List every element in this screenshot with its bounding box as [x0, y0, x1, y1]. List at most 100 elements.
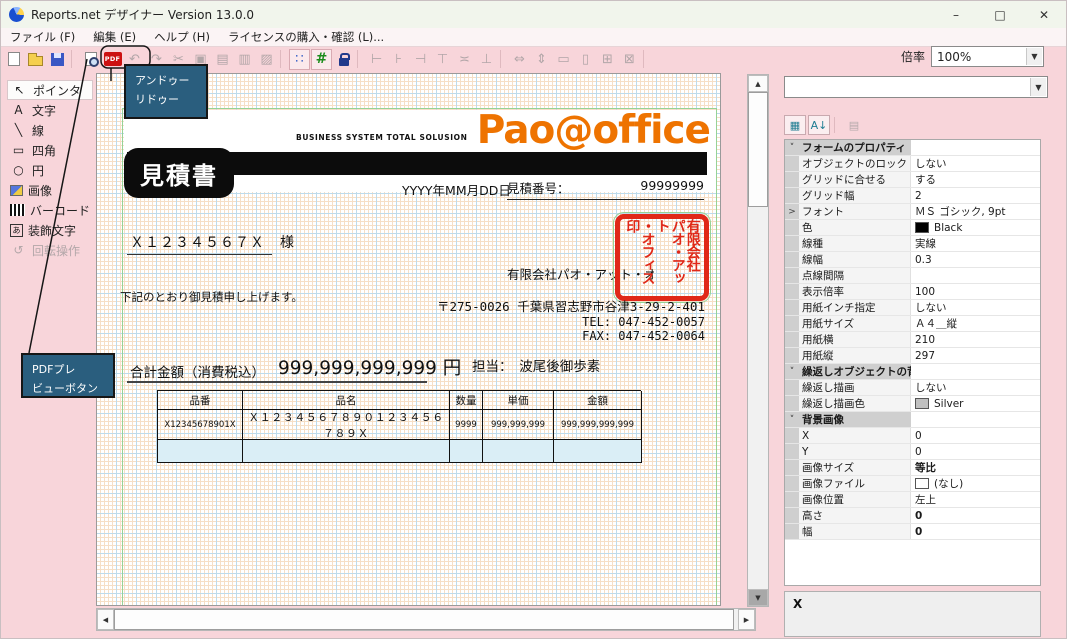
paste-button[interactable]: ▤ — [212, 49, 233, 70]
send-to-back-button[interactable]: ▨ — [256, 49, 277, 70]
prop-row-y[interactable]: Y 0 — [785, 444, 1040, 460]
align-bottom-button[interactable]: ⊥ — [476, 49, 497, 70]
customer-name[interactable]: Ｘ１２３４５６７Ｘ 様 — [130, 232, 295, 252]
prop-row-width[interactable]: 幅 0 — [785, 524, 1040, 540]
property-value: 210 — [915, 334, 935, 346]
prop-row-image-size[interactable]: 画像サイズ 等比 — [785, 460, 1040, 476]
separator[interactable] — [643, 50, 649, 68]
prop-row-color[interactable]: 色 Black — [785, 220, 1040, 236]
prop-category-repeat-bg[interactable]: ˅ 繰返しオブジェクトの背景描画 — [785, 364, 1040, 380]
property-pages-icon[interactable]: ▤ — [843, 115, 865, 135]
prop-row-grid-width[interactable]: グリッド幅 2 — [785, 188, 1040, 204]
align-center-button[interactable]: ⊦ — [388, 49, 409, 70]
separator[interactable] — [280, 50, 286, 68]
property-description-panel: X — [784, 591, 1041, 637]
tool-rectangle[interactable]: ▭ 四角 — [7, 140, 93, 160]
categorized-icon[interactable]: ▦ — [784, 115, 806, 135]
expand-chevron-icon — [785, 284, 799, 299]
prop-row-line-type[interactable]: 線種 実線 — [785, 236, 1040, 252]
menu-edit[interactable]: 編集 (E) — [84, 27, 145, 47]
preview-button[interactable] — [80, 49, 101, 70]
prop-row-paper-inch[interactable]: 用紙インチ指定 しない — [785, 300, 1040, 316]
design-canvas[interactable]: BUSINESS SYSTEM TOTAL SOLUSION Pao@offic… — [96, 73, 721, 606]
header-image-object[interactable]: BUSINESS SYSTEM TOTAL SOLUSION Pao@offic… — [124, 110, 716, 192]
align-middle-button[interactable]: ≍ — [454, 49, 475, 70]
chevron-down-icon[interactable]: ▼ — [1030, 78, 1046, 96]
expand-chevron-icon — [785, 220, 799, 235]
tool-image[interactable]: 画像 — [7, 180, 93, 200]
same-height-button[interactable]: ⇕ — [531, 49, 552, 70]
new-button[interactable] — [3, 49, 24, 70]
snap-to-grid-button[interactable]: ∷ — [289, 49, 310, 70]
object-selector-combobox[interactable]: ▼ — [784, 76, 1048, 98]
prop-row-font[interactable]: > フォント ＭＳ ゴシック, 9pt — [785, 204, 1040, 220]
prop-row-x[interactable]: X 0 — [785, 428, 1040, 444]
alphabetical-sort-icon[interactable]: A↓ — [808, 115, 830, 135]
horizontal-scroll-thumb[interactable] — [114, 609, 734, 630]
greeting-text[interactable]: 下記のとおり御見積申し上げます。 — [120, 289, 303, 305]
prop-row-image-position[interactable]: 画像位置 左上 — [785, 492, 1040, 508]
scroll-left-arrow[interactable]: ◀ — [97, 609, 114, 630]
prop-row-display-scale[interactable]: 表示倍率 100 — [785, 284, 1040, 300]
horizontal-scrollbar[interactable]: ◀ ▶ — [96, 608, 756, 631]
prop-row-repeat-draw-color[interactable]: 繰返し描画色 Silver — [785, 396, 1040, 412]
same-width-button[interactable]: ⇔ — [509, 49, 530, 70]
same-size-button[interactable]: ▭ — [553, 49, 574, 70]
tool-barcode[interactable]: バーコード — [7, 200, 93, 220]
prop-row-paper-width[interactable]: 用紙横 210 — [785, 332, 1040, 348]
prop-row-line-width[interactable]: 線幅 0.3 — [785, 252, 1040, 268]
chevron-down-icon[interactable]: ▼ — [1026, 48, 1042, 65]
size-to-grid-button[interactable]: ▯ — [575, 49, 596, 70]
menu-help[interactable]: ヘルプ (H) — [145, 27, 219, 47]
open-button[interactable] — [25, 49, 46, 70]
items-table[interactable]: 品番 品名 数量 単価 金額 X12345678901X Ｘ１２３４５６７８９０… — [157, 390, 641, 463]
scroll-right-arrow[interactable]: ▶ — [738, 609, 755, 630]
maximize-button[interactable]: □ — [978, 1, 1022, 28]
total-label[interactable]: 合計金額（消費税込） — [130, 361, 265, 381]
vertical-scroll-thumb[interactable] — [748, 92, 768, 207]
space-down-button[interactable]: ⊠ — [619, 49, 640, 70]
total-value[interactable]: 999,999,999,999 円 — [278, 354, 461, 380]
separator[interactable] — [500, 50, 506, 68]
tool-pointer[interactable]: ↖ ポインタ — [7, 80, 93, 100]
space-across-button[interactable]: ⊞ — [597, 49, 618, 70]
lock-button[interactable] — [333, 49, 354, 70]
minimize-button[interactable]: – — [934, 1, 978, 28]
bring-to-front-button[interactable]: ▥ — [234, 49, 255, 70]
scroll-up-arrow[interactable]: ▲ — [748, 75, 768, 92]
prop-row-repeat-draw[interactable]: 繰返し描画 しない — [785, 380, 1040, 396]
close-button[interactable]: ✕ — [1022, 1, 1066, 28]
prop-row-paper-height[interactable]: 用紙縦 297 — [785, 348, 1040, 364]
tool-rotate[interactable]: ↺ 回転操作 — [7, 240, 93, 260]
scroll-down-arrow[interactable]: ▼ — [748, 589, 768, 606]
issuer-address-block[interactable]: 〒275-0026 千葉県習志野市谷津3-29-2-401 TEL: 047-4… — [437, 300, 705, 343]
menu-file[interactable]: ファイル (F) — [1, 27, 84, 47]
menu-license[interactable]: ライセンスの購入・確認 (L)... — [219, 27, 393, 47]
psep[interactable] — [834, 117, 839, 133]
align-top-button[interactable]: ⊤ — [432, 49, 453, 70]
tool-circle[interactable]: ○ 円 — [7, 160, 93, 180]
company-seal-stamp[interactable]: 有限会社 パオ・アット ・オフィス印 — [615, 214, 709, 301]
prop-row-dot-interval[interactable]: 点線間隔 — [785, 268, 1040, 284]
separator[interactable] — [357, 50, 363, 68]
prop-row-paper-size[interactable]: 用紙サイズ Ａ４＿縦 — [785, 316, 1040, 332]
grid-toggle-button[interactable]: # — [311, 49, 332, 70]
tool-decorated-text[interactable]: あ 装飾文字 — [7, 220, 93, 240]
pdf-preview-button[interactable]: PDF — [102, 49, 123, 70]
align-left-button[interactable]: ⊢ — [366, 49, 387, 70]
separator[interactable] — [71, 50, 77, 68]
prop-row-image-file[interactable]: 画像ファイル (なし) — [785, 476, 1040, 492]
pointer-icon: ↖ — [11, 83, 28, 97]
vertical-scrollbar[interactable]: ▲ ▼ — [747, 74, 769, 607]
save-button[interactable] — [47, 49, 68, 70]
zoom-combobox[interactable]: 100% ▼ — [931, 46, 1044, 67]
prop-row-height[interactable]: 高さ 0 — [785, 508, 1040, 524]
tool-text[interactable]: A 文字 — [7, 100, 93, 120]
prop-category-form[interactable]: ˅ フォームのプロパティ — [785, 140, 1040, 156]
tool-line[interactable]: ╲ 線 — [7, 120, 93, 140]
prop-row-object-lock[interactable]: オブジェクトのロック しない — [785, 156, 1040, 172]
align-right-button[interactable]: ⊣ — [410, 49, 431, 70]
prop-row-snap-to-grid[interactable]: グリッドに合せる する — [785, 172, 1040, 188]
prop-category-bg-image[interactable]: ˅ 背景画像 — [785, 412, 1040, 428]
staff-in-charge[interactable]: 担当： 波尾後御歩素 — [472, 355, 600, 375]
